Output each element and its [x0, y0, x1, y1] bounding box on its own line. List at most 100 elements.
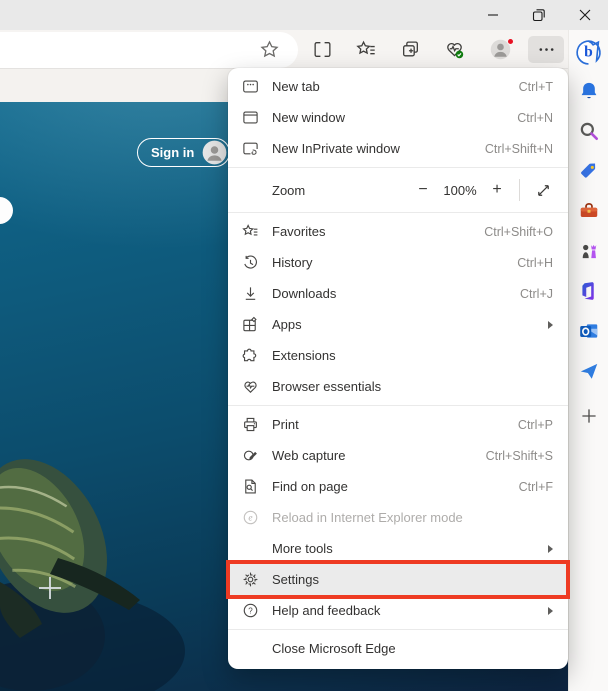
menu-item-help-and-feedback[interactable]: ? Help and feedback: [228, 595, 568, 626]
menu-item-browser-essentials[interactable]: Browser essentials: [228, 371, 568, 402]
svg-text:b: b: [584, 43, 593, 60]
sidebar-item-notifications[interactable]: [574, 76, 604, 106]
minimize-icon: [483, 5, 503, 25]
menu-item-reload-in-ie-mode: e Reload in Internet Explorer mode: [228, 502, 568, 533]
zoom-out-button[interactable]: −: [409, 177, 437, 203]
menu-divider: [228, 405, 568, 406]
search-icon: [578, 120, 600, 142]
split-screen-button[interactable]: [307, 36, 337, 63]
submenu-chevron-icon: [548, 607, 553, 615]
new-window-icon: [241, 109, 259, 126]
settings-and-more-menu: New tab Ctrl+T New window Ctrl+N New InP…: [228, 68, 568, 669]
internet-explorer-icon: e: [241, 509, 259, 526]
split-screen-icon: [312, 39, 333, 60]
collections-icon: [400, 39, 421, 60]
menu-item-extensions[interactable]: Extensions: [228, 340, 568, 371]
edge-browser-window: b: [0, 0, 608, 691]
extensions-icon: [241, 347, 259, 364]
menu-divider: [228, 212, 568, 213]
sidebar-item-tools[interactable]: [574, 196, 604, 226]
fullscreen-button[interactable]: [528, 177, 558, 203]
favorites-icon: [241, 223, 259, 240]
menu-item-new-window[interactable]: New window Ctrl+N: [228, 102, 568, 133]
paper-plane-icon: [578, 360, 600, 382]
sidebar-item-bing-chat[interactable]: b: [574, 36, 604, 66]
print-icon: [241, 416, 259, 433]
svg-text:?: ?: [248, 606, 253, 615]
menu-item-new-tab[interactable]: New tab Ctrl+T: [228, 71, 568, 102]
notification-dot: [507, 38, 514, 45]
favorites-icon: [356, 39, 377, 60]
browser-essentials-button[interactable]: [439, 36, 469, 63]
toolbox-icon: [578, 200, 600, 222]
menu-item-find-on-page[interactable]: Find on page Ctrl+F: [228, 471, 568, 502]
sidebar-item-outlook[interactable]: [574, 316, 604, 346]
menu-divider: [228, 167, 568, 168]
sign-in-button[interactable]: Sign in: [137, 138, 230, 167]
menu-item-close-microsoft-edge[interactable]: Close Microsoft Edge: [228, 633, 568, 664]
sidebar-add-button[interactable]: [574, 401, 604, 431]
edge-sidebar: b: [568, 30, 608, 691]
zoom-value: 100%: [437, 183, 483, 198]
plus-icon: [578, 405, 600, 427]
menu-item-print[interactable]: Print Ctrl+P: [228, 409, 568, 440]
new-tab-icon: [241, 78, 259, 95]
microsoft-365-icon: [578, 280, 600, 302]
star-icon: [259, 39, 280, 60]
profile-button[interactable]: [485, 36, 515, 63]
restore-icon: [529, 5, 549, 25]
favorites-button[interactable]: [351, 36, 381, 63]
history-icon: [241, 254, 259, 271]
outlook-icon: [578, 320, 600, 342]
submenu-chevron-icon: [548, 545, 553, 553]
heart-pulse-icon: [241, 378, 259, 395]
menu-item-settings[interactable]: Settings: [228, 564, 568, 595]
sidebar-item-drop[interactable]: [574, 356, 604, 386]
close-icon: [575, 5, 595, 25]
toolbar: [0, 30, 568, 69]
help-icon: ?: [241, 602, 259, 619]
settings-and-more-button[interactable]: [528, 36, 564, 63]
sidebar-item-search[interactable]: [574, 116, 604, 146]
downloads-icon: [241, 285, 259, 302]
heart-pulse-icon: [444, 39, 465, 60]
menu-item-more-tools[interactable]: More tools: [228, 533, 568, 564]
sea-turtle-image: [0, 386, 235, 691]
zoom-separator: [519, 179, 520, 201]
menu-item-apps[interactable]: Apps: [228, 309, 568, 340]
minimize-button[interactable]: [470, 0, 516, 30]
fullscreen-icon: [535, 182, 552, 199]
sidebar-item-shopping[interactable]: [574, 156, 604, 186]
settings-gear-icon: [241, 571, 259, 588]
inprivate-icon: [241, 140, 259, 157]
bing-chat-icon: b: [574, 37, 603, 66]
zoom-in-button[interactable]: +: [483, 177, 511, 203]
menu-item-history[interactable]: History Ctrl+H: [228, 247, 568, 278]
sign-in-avatar-icon: [202, 140, 227, 165]
find-on-page-icon: [241, 478, 259, 495]
menu-item-downloads[interactable]: Downloads Ctrl+J: [228, 278, 568, 309]
web-capture-icon: [241, 447, 259, 464]
menu-item-new-inprivate-window[interactable]: New InPrivate window Ctrl+Shift+N: [228, 133, 568, 164]
apps-icon: [241, 316, 259, 333]
cursor-crosshair: [39, 577, 61, 599]
zoom-label: Zoom: [272, 183, 409, 198]
sidebar-item-microsoft-365[interactable]: [574, 276, 604, 306]
svg-text:e: e: [248, 514, 252, 524]
titlebar: [0, 0, 608, 30]
collections-button[interactable]: [395, 36, 425, 63]
add-favorite-button[interactable]: [254, 36, 284, 63]
menu-item-favorites[interactable]: Favorites Ctrl+Shift+O: [228, 216, 568, 247]
bell-icon: [578, 80, 600, 102]
menu-item-web-capture[interactable]: Web capture Ctrl+Shift+S: [228, 440, 568, 471]
sign-in-label: Sign in: [151, 145, 194, 160]
close-button[interactable]: [562, 0, 608, 30]
menu-zoom-row: Zoom − 100% +: [228, 171, 568, 209]
sidebar-item-games[interactable]: [574, 236, 604, 266]
price-tag-icon: [578, 160, 600, 182]
menu-divider: [228, 629, 568, 630]
more-ellipsis-icon: [536, 39, 557, 60]
restore-button[interactable]: [516, 0, 562, 30]
submenu-chevron-icon: [548, 321, 553, 329]
chess-games-icon: [578, 240, 600, 262]
